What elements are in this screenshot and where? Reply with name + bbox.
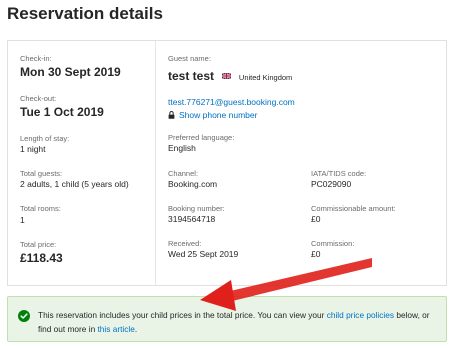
total-price: £118.43 bbox=[20, 251, 63, 265]
page-title: Reservation details bbox=[7, 4, 163, 23]
iata-value: PC029090 bbox=[311, 179, 352, 189]
guest-name: test test bbox=[168, 69, 215, 83]
lock-icon bbox=[168, 111, 175, 119]
rooms-value: 1 bbox=[20, 215, 25, 225]
stay-value: 1 night bbox=[20, 144, 46, 154]
rooms-label: Total rooms: bbox=[20, 204, 61, 213]
channel-value: Booking.com bbox=[168, 179, 218, 189]
commissionable-value: £0 bbox=[311, 214, 321, 224]
child-price-notice: This reservation includes your child pri… bbox=[7, 296, 447, 342]
guests-label: Total guests: bbox=[20, 169, 63, 178]
uk-flag-icon bbox=[222, 72, 232, 79]
guest-name-label: Guest name: bbox=[168, 54, 211, 63]
show-phone-label: Show phone number bbox=[179, 110, 258, 120]
reservation-card: Check-in: Mon 30 Sept 2019 Check-out: Tu… bbox=[7, 40, 447, 286]
channel-label: Channel: bbox=[168, 169, 199, 178]
checkout-value: Tue 1 Oct 2019 bbox=[20, 105, 104, 119]
received-value: Wed 25 Sept 2019 bbox=[168, 249, 239, 259]
notice-text-part-3: . bbox=[134, 324, 138, 334]
booking-number-value: 3194564718 bbox=[168, 214, 216, 224]
commissionable-label: Commissionable amount: bbox=[311, 204, 396, 213]
stay-label: Length of stay: bbox=[20, 134, 70, 143]
guests-value: 2 adults, 1 child (5 years old) bbox=[20, 179, 129, 189]
iata-label: IATA/TIDS code: bbox=[311, 169, 367, 178]
guest-name-row: test test United Kingdom bbox=[168, 67, 292, 85]
commission-value: £0 bbox=[311, 249, 321, 259]
check-circle-icon bbox=[18, 310, 30, 322]
checkin-value: Mon 30 Sept 2019 bbox=[20, 65, 121, 79]
checkin-label: Check-in: bbox=[20, 54, 52, 63]
guest-country: United Kingdom bbox=[238, 73, 293, 82]
guest-email-link[interactable]: ttest.776271@guest.booking.com bbox=[168, 97, 295, 107]
child-price-policies-link[interactable]: child price policies bbox=[327, 310, 394, 320]
commission-label: Commission: bbox=[311, 239, 355, 248]
booking-number-label: Booking number: bbox=[168, 204, 225, 213]
dates-column: Check-in: Mon 30 Sept 2019 Check-out: Tu… bbox=[8, 41, 156, 285]
language-value: English bbox=[168, 143, 196, 153]
notice-text: This reservation includes your child pri… bbox=[38, 308, 442, 336]
language-label: Preferred language: bbox=[168, 133, 235, 142]
show-phone-button[interactable]: Show phone number bbox=[168, 110, 257, 120]
notice-text-part-1: This reservation includes your child pri… bbox=[38, 310, 325, 320]
this-article-link[interactable]: this article bbox=[98, 324, 135, 334]
price-label: Total price: bbox=[20, 240, 57, 249]
received-label: Received: bbox=[168, 239, 202, 248]
checkout-label: Check-out: bbox=[20, 94, 57, 103]
